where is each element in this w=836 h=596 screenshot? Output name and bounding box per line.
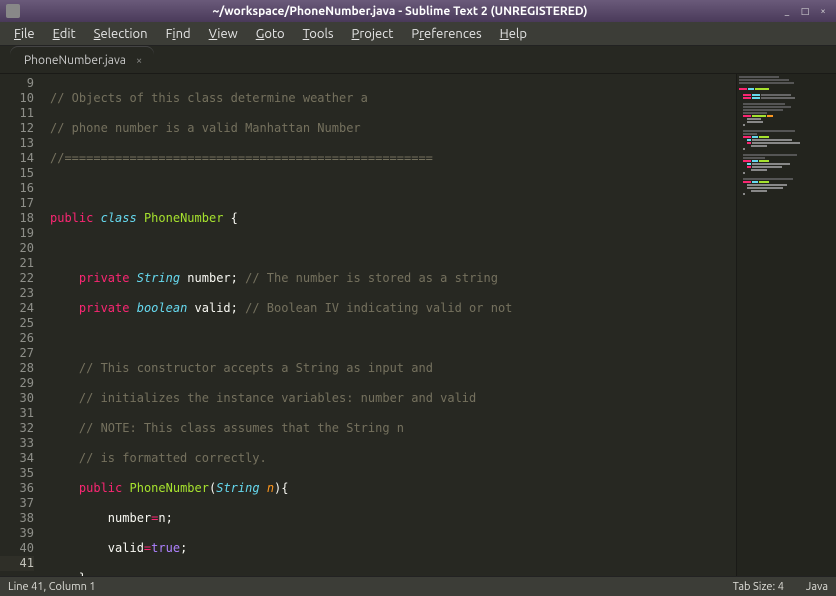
code-text: private xyxy=(79,271,130,285)
line-number: 24 xyxy=(0,301,34,316)
statusbar: Line 41, Column 1 Tab Size: 4 Java xyxy=(0,576,836,596)
line-number: 41 xyxy=(0,556,34,571)
code-text: number; xyxy=(180,271,245,285)
line-number: 11 xyxy=(0,106,34,121)
code-text: n; xyxy=(158,511,172,525)
code-text: String xyxy=(216,481,259,495)
line-number: 19 xyxy=(0,226,34,241)
code-text: boolean xyxy=(137,301,188,315)
code-text: ; xyxy=(180,541,187,555)
code-text: valid; xyxy=(187,301,245,315)
line-number: 22 xyxy=(0,271,34,286)
tab-label: PhoneNumber.java xyxy=(24,54,126,67)
code-text: true xyxy=(151,541,180,555)
line-number: 16 xyxy=(0,181,34,196)
line-number: 20 xyxy=(0,241,34,256)
line-number: 25 xyxy=(0,316,34,331)
code-text: // The number is stored as a string xyxy=(245,271,498,285)
menubar: File Edit Selection Find View Goto Tools… xyxy=(0,22,836,46)
code-text: // Boolean IV indicating valid or not xyxy=(245,301,512,315)
line-number: 15 xyxy=(0,166,34,181)
menu-find[interactable]: Find xyxy=(158,25,199,43)
line-number: 39 xyxy=(0,526,34,541)
menu-project[interactable]: Project xyxy=(344,25,402,43)
code-text: } xyxy=(79,571,86,576)
menu-edit[interactable]: Edit xyxy=(45,25,84,43)
line-number: 32 xyxy=(0,421,34,436)
tabbar: PhoneNumber.java × xyxy=(0,46,836,74)
gutter: 9 10 11 12 13 14 15 16 17 18 19 20 21 22… xyxy=(0,74,42,576)
line-number: 35 xyxy=(0,466,34,481)
code-text: PhoneNumber xyxy=(144,211,223,225)
line-number: 31 xyxy=(0,406,34,421)
line-number: 38 xyxy=(0,511,34,526)
line-number: 33 xyxy=(0,436,34,451)
menu-tools[interactable]: Tools xyxy=(295,25,342,43)
line-number: 9 xyxy=(0,76,34,91)
status-position: Line 41, Column 1 xyxy=(8,581,96,593)
menu-help[interactable]: Help xyxy=(492,25,535,43)
code-text: number xyxy=(108,511,151,525)
menu-preferences[interactable]: Preferences xyxy=(403,25,489,43)
menu-view[interactable]: View xyxy=(201,25,246,43)
editor: 9 10 11 12 13 14 15 16 17 18 19 20 21 22… xyxy=(0,74,836,576)
code-text: public xyxy=(79,481,122,495)
code-text: ){ xyxy=(274,481,288,495)
code-area[interactable]: // Objects of this class determine weath… xyxy=(42,74,736,576)
line-number: 36 xyxy=(0,481,34,496)
line-number: 13 xyxy=(0,136,34,151)
status-language[interactable]: Java xyxy=(806,581,828,593)
status-tabsize[interactable]: Tab Size: 4 xyxy=(733,581,784,593)
menu-goto[interactable]: Goto xyxy=(248,25,293,43)
line-number: 37 xyxy=(0,496,34,511)
line-number: 29 xyxy=(0,376,34,391)
line-number: 10 xyxy=(0,91,34,106)
code-text: // initializes the instance variables: n… xyxy=(79,391,476,405)
app-icon xyxy=(6,4,20,18)
minimap[interactable] xyxy=(736,74,836,576)
line-number: 34 xyxy=(0,451,34,466)
line-number: 23 xyxy=(0,286,34,301)
minimize-button[interactable]: _ xyxy=(780,4,794,18)
menu-selection[interactable]: Selection xyxy=(86,25,156,43)
tab-phonenumber[interactable]: PhoneNumber.java × xyxy=(10,47,154,73)
line-number: 30 xyxy=(0,391,34,406)
code-text: valid xyxy=(108,541,144,555)
code-text: PhoneNumber xyxy=(130,481,209,495)
line-number: 12 xyxy=(0,121,34,136)
window-title: ~/workspace/PhoneNumber.java - Sublime T… xyxy=(20,5,780,18)
window-titlebar: ~/workspace/PhoneNumber.java - Sublime T… xyxy=(0,0,836,22)
line-number: 21 xyxy=(0,256,34,271)
menu-file[interactable]: File xyxy=(6,25,43,43)
close-tab-icon[interactable]: × xyxy=(136,55,142,67)
maximize-button[interactable]: □ xyxy=(798,4,812,18)
code-text: class xyxy=(101,211,137,225)
code-text: String xyxy=(137,271,180,285)
code-text: n xyxy=(267,481,274,495)
line-number: 28 xyxy=(0,361,34,376)
line-number: 18 xyxy=(0,211,34,226)
line-number: 26 xyxy=(0,331,34,346)
code-text: public xyxy=(50,211,93,225)
code-text: // This constructor accepts a String as … xyxy=(79,361,433,375)
close-window-button[interactable]: × xyxy=(816,4,830,18)
line-number: 40 xyxy=(0,541,34,556)
line-number: 27 xyxy=(0,346,34,361)
code-text: { xyxy=(223,211,237,225)
code-text: // NOTE: This class assumes that the Str… xyxy=(79,421,404,435)
code-text: //======================================… xyxy=(50,151,433,165)
line-number: 17 xyxy=(0,196,34,211)
code-text: // is formatted correctly. xyxy=(79,451,267,465)
code-text: // phone number is a valid Manhattan Num… xyxy=(50,121,361,135)
code-text: private xyxy=(79,301,130,315)
code-text: // Objects of this class determine weath… xyxy=(50,91,368,105)
line-number: 14 xyxy=(0,151,34,166)
